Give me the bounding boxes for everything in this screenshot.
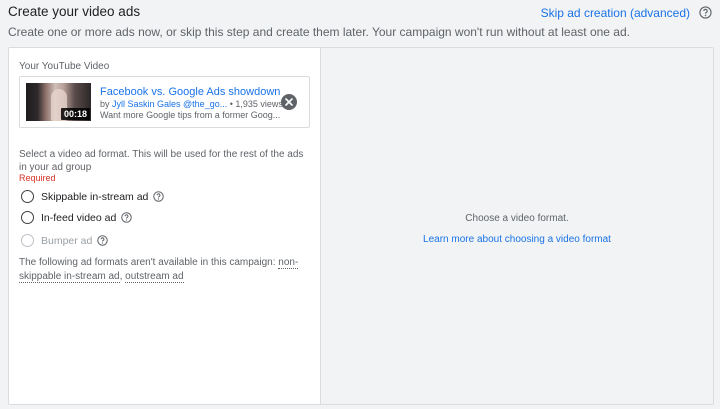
radio-label: Skippable in-stream ad <box>41 190 149 203</box>
youtube-video-label: Your YouTube Video <box>19 61 110 72</box>
unavailable-formats-note: The following ad formats aren't availabl… <box>19 256 314 284</box>
choose-format-text: Choose a video format. <box>465 213 569 224</box>
video-title-link[interactable]: Facebook vs. Google Ads showdown <box>100 86 280 98</box>
help-icon[interactable] <box>699 6 712 24</box>
video-by-prefix: by <box>100 99 113 109</box>
video-views: • 1,935 views <box>227 99 283 109</box>
skip-ad-creation-link[interactable]: Skip ad creation (advanced) <box>541 6 690 20</box>
radio-skippable-in-stream[interactable]: Skippable in-stream ad <box>21 190 165 203</box>
help-icon[interactable] <box>97 235 109 246</box>
radio-in-feed-video[interactable]: In-feed video ad <box>21 211 133 224</box>
ad-creation-panel: Your YouTube Video 00:18 Facebook vs. Go… <box>8 47 714 405</box>
help-icon[interactable] <box>121 212 133 223</box>
page-header: Create your video ads Create one or more… <box>8 4 712 44</box>
radio-button[interactable] <box>21 211 34 224</box>
unavailable-prefix: The following ad formats aren't availabl… <box>19 257 279 268</box>
video-channel-link[interactable]: Jyll Saskin Gales @the_go... <box>112 99 227 109</box>
video-duration: 00:18 <box>60 108 90 120</box>
video-meta: by Jyll Saskin Gales @the_go... • 1,935 … <box>100 99 283 109</box>
unavailable-format-outstream[interactable]: outstream ad <box>125 271 184 283</box>
close-icon <box>285 98 293 106</box>
video-thumbnail[interactable]: 00:18 <box>26 83 91 121</box>
help-icon[interactable] <box>153 191 165 202</box>
radio-bumper-ad: Bumper ad <box>21 234 109 247</box>
radio-button <box>21 234 34 247</box>
youtube-video-card: 00:18 Facebook vs. Google Ads showdown b… <box>19 76 310 128</box>
learn-more-link[interactable]: Learn more about choosing a video format <box>321 234 713 245</box>
remove-video-button[interactable] <box>281 94 297 110</box>
page-subtitle: Create one or more ads now, or skip this… <box>8 25 630 39</box>
ad-form: Your YouTube Video 00:18 Facebook vs. Go… <box>9 48 320 404</box>
video-description: Want more Google tips from a former Goog… <box>100 110 281 120</box>
required-label: Required <box>19 173 56 183</box>
page-title: Create your video ads <box>8 4 141 19</box>
ad-preview-pane: Choose a video format. Learn more about … <box>320 48 713 404</box>
format-prompt: Select a video ad format. This will be u… <box>19 149 304 173</box>
radio-button[interactable] <box>21 190 34 203</box>
radio-label: Bumper ad <box>41 234 93 247</box>
radio-label: In-feed video ad <box>41 211 117 224</box>
